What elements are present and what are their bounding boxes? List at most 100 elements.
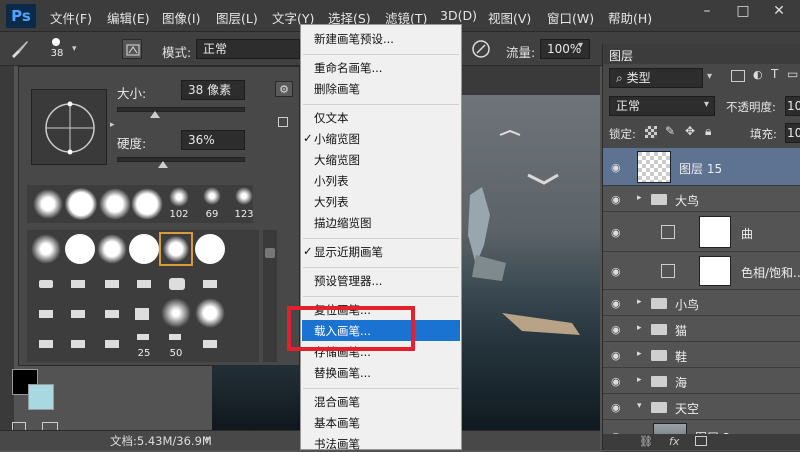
lock-transparency-icon[interactable] xyxy=(645,126,657,138)
filter-adjust-icon[interactable]: ◐ xyxy=(753,68,765,82)
brush-tip[interactable] xyxy=(135,308,149,320)
recent-brush-soft-3[interactable] xyxy=(99,188,131,220)
menu-view[interactable]: 视图(V) xyxy=(488,8,531,26)
visibility-eye-icon[interactable]: ◉ xyxy=(611,161,625,174)
menu-edit[interactable]: 编辑(E) xyxy=(107,8,150,26)
menu-item[interactable]: 删除画笔 xyxy=(314,81,360,97)
layer-row[interactable]: ◉ ▸ 鞋 xyxy=(603,342,800,368)
menu-item[interactable]: 显示近期画笔 xyxy=(314,244,383,260)
menu-layer[interactable]: 图层(L) xyxy=(216,8,258,26)
brush-tip[interactable] xyxy=(71,310,85,318)
size-slider-thumb[interactable] xyxy=(150,111,161,118)
brush-tip[interactable] xyxy=(169,278,185,290)
visibility-eye-icon[interactable]: ◉ xyxy=(611,401,625,414)
visibility-eye-icon[interactable]: ◉ xyxy=(611,323,625,336)
size-input[interactable]: 38 像素 xyxy=(181,80,245,100)
menu-item[interactable]: 预设管理器... xyxy=(314,273,382,289)
layer-mask-thumbnail[interactable] xyxy=(699,256,731,286)
blend-mode-select[interactable]: 正常 xyxy=(609,96,715,116)
layer-row[interactable]: ◉ ▸ 海 xyxy=(603,368,800,394)
menu-item[interactable]: 小缩览图 xyxy=(314,131,360,147)
brush-tip[interactable] xyxy=(161,298,191,328)
group-expand-icon[interactable]: ▸ xyxy=(637,349,642,359)
filter-chevron-icon[interactable]: ▾ xyxy=(707,71,712,82)
group-expand-icon[interactable]: ▸ xyxy=(637,297,642,307)
brush-tip-selected[interactable] xyxy=(159,232,193,266)
panel-gear-icon[interactable]: ⚙ xyxy=(275,81,293,97)
recent-brush-soft-2[interactable] xyxy=(65,188,97,220)
menu-item[interactable]: 基本画笔 xyxy=(314,415,360,431)
new-preset-icon[interactable] xyxy=(278,117,288,127)
hardness-slider-thumb[interactable] xyxy=(158,161,169,168)
visibility-eye-icon[interactable]: ◉ xyxy=(611,193,625,206)
brush-tip[interactable] xyxy=(31,234,61,264)
menu-window[interactable]: 窗口(W) xyxy=(547,8,594,26)
visibility-eye-icon[interactable]: ◉ xyxy=(611,349,625,362)
layer-row[interactable]: ◉ ▾ 天空 xyxy=(603,394,800,420)
group-expand-icon[interactable]: ▸ xyxy=(637,193,642,203)
menu-image[interactable]: 图像(I) xyxy=(162,8,200,26)
filter-type-icon[interactable]: T xyxy=(771,67,778,81)
lock-move-icon[interactable]: ✥ xyxy=(685,124,695,138)
background-color-swatch[interactable] xyxy=(28,384,54,410)
brush-tip[interactable] xyxy=(203,280,217,288)
brush-tip[interactable] xyxy=(137,334,149,340)
recent-brush-soft-4[interactable] xyxy=(131,188,163,220)
menu-item[interactable]: 重命名画笔... xyxy=(314,60,382,76)
filter-shape-icon[interactable]: ▭ xyxy=(787,67,798,81)
menu-item[interactable]: 混合画笔 xyxy=(314,394,360,410)
blend-chevron-icon[interactable]: ▾ xyxy=(704,99,709,110)
status-arrow-icon[interactable]: ▸ xyxy=(206,434,211,444)
brush-tip[interactable] xyxy=(71,340,85,348)
layer-row[interactable]: ◉ ▸ 猫 xyxy=(603,316,800,342)
brush-angle-preview[interactable] xyxy=(31,89,107,165)
layer-mask-thumbnail[interactable] xyxy=(699,216,731,248)
brush-tip[interactable] xyxy=(39,280,53,288)
size-slider[interactable] xyxy=(117,107,245,112)
recent-brush-123[interactable] xyxy=(235,187,253,205)
brush-tip[interactable] xyxy=(71,280,85,288)
add-mask-icon[interactable] xyxy=(695,436,707,446)
brush-size-readout[interactable]: 38 xyxy=(46,48,68,62)
group-expand-icon[interactable]: ▾ xyxy=(637,401,642,411)
menu-item[interactable]: 小列表 xyxy=(314,173,349,189)
lock-all-icon[interactable]: 🔒︎ xyxy=(705,124,711,139)
visibility-eye-icon[interactable]: ◉ xyxy=(611,375,625,388)
hardness-slider[interactable] xyxy=(117,157,245,162)
menu-item[interactable]: 替换画笔... xyxy=(314,365,371,381)
brush-panel-toggle-icon[interactable] xyxy=(122,39,142,59)
recent-brush-soft-1[interactable] xyxy=(33,189,63,219)
visibility-eye-icon[interactable]: ◉ xyxy=(611,226,625,239)
menu-item[interactable]: 新建画笔预设... xyxy=(314,31,394,47)
fill-input[interactable]: 100 xyxy=(785,123,800,143)
mode-select[interactable]: 正常 xyxy=(196,39,300,59)
lock-paint-icon[interactable]: ✎ xyxy=(665,124,675,138)
menu-item[interactable]: 描边缩览图 xyxy=(314,215,372,231)
layer-row[interactable]: ◉ ▸ 大鸟 xyxy=(603,186,800,212)
maximize-button[interactable]: □ xyxy=(726,0,760,22)
layer-row[interactable]: ◉ ▸ 小鸟 xyxy=(603,290,800,316)
layer-row[interactable]: ◉ 色相/饱和... xyxy=(603,252,800,290)
brush-tip[interactable] xyxy=(129,234,159,264)
layer-row[interactable]: ◉ 曲 xyxy=(603,212,800,252)
menu-item[interactable]: 大缩览图 xyxy=(314,152,360,168)
visibility-eye-icon[interactable]: ◉ xyxy=(611,297,625,310)
brush-tip[interactable] xyxy=(105,310,119,318)
link-layers-icon[interactable]: ⛓ xyxy=(639,435,653,448)
flow-chevron-icon[interactable]: ▾ xyxy=(578,40,583,51)
group-expand-icon[interactable]: ▸ xyxy=(637,323,642,333)
brush-tip[interactable] xyxy=(195,298,225,328)
recent-brush-69[interactable] xyxy=(203,187,221,205)
close-button[interactable]: ✕ xyxy=(762,0,796,22)
scrollbar-thumb[interactable] xyxy=(265,248,275,258)
brush-tip[interactable] xyxy=(97,234,127,264)
layer-filter-select[interactable]: ⌕ 类型 xyxy=(609,68,703,88)
brush-tip[interactable] xyxy=(137,280,151,288)
document-image[interactable] xyxy=(462,95,600,430)
menu-item[interactable]: 大列表 xyxy=(314,194,349,210)
brush-tip[interactable] xyxy=(105,340,119,348)
recent-brush-102[interactable] xyxy=(169,187,189,207)
minimize-button[interactable]: – xyxy=(690,0,724,22)
hardness-input[interactable]: 36% xyxy=(181,130,245,150)
brush-tip[interactable] xyxy=(195,234,225,264)
